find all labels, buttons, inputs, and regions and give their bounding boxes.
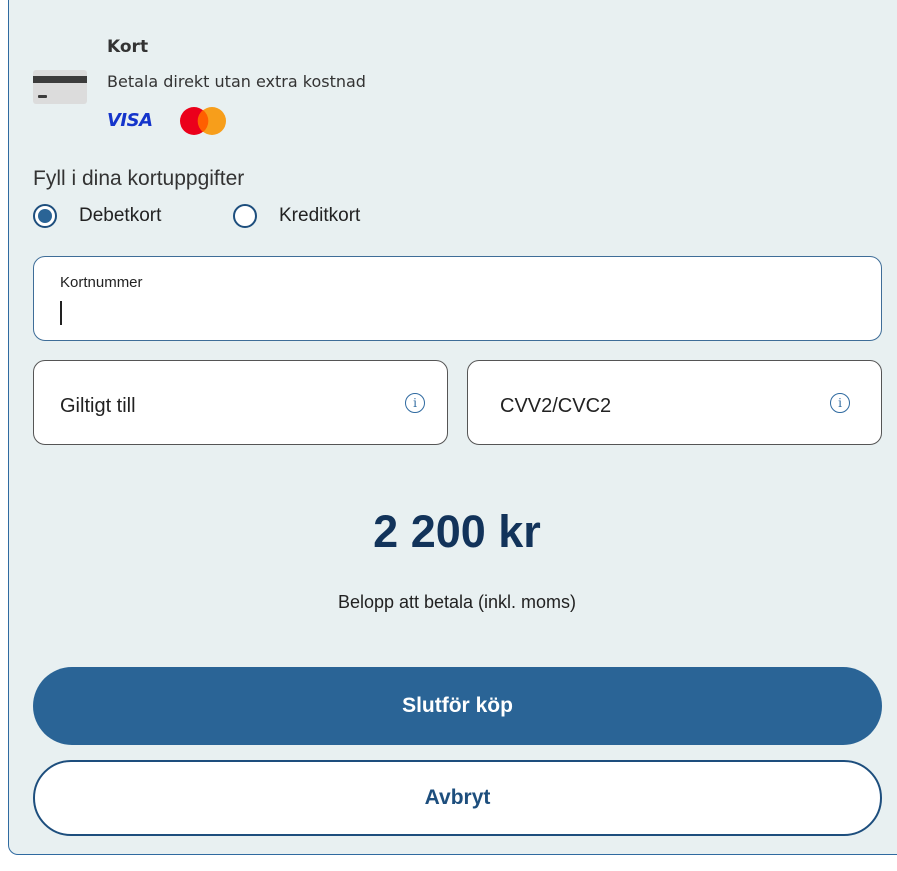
card-details-heading: Fyll i dina kortuppgifter bbox=[33, 167, 245, 190]
radio-label-credit: Kreditkort bbox=[279, 205, 361, 226]
radio-label-debit: Debetkort bbox=[79, 205, 162, 226]
radio-unselected-icon[interactable] bbox=[233, 204, 257, 228]
payment-method-subtitle: Betala direkt utan extra kostnad bbox=[107, 72, 366, 91]
cancel-button[interactable]: Avbryt bbox=[33, 760, 882, 836]
total-amount: 2 200 kr bbox=[373, 506, 541, 557]
card-number-field[interactable]: Kortnummer bbox=[33, 256, 882, 341]
complete-purchase-button[interactable]: Slutför köp bbox=[33, 667, 882, 745]
cvv-placeholder: CVV2/CVC2 bbox=[500, 395, 612, 417]
cvv-field[interactable]: CVV2/CVC2 i bbox=[467, 360, 882, 445]
expiry-field[interactable]: Giltigt till i bbox=[33, 360, 448, 445]
payment-method-title: Kort bbox=[107, 37, 149, 57]
radio-credit-card[interactable]: Kreditkort bbox=[233, 204, 360, 228]
radio-selected-icon[interactable] bbox=[33, 204, 57, 228]
cvv-info-icon[interactable]: i bbox=[830, 393, 850, 413]
card-number-input[interactable] bbox=[58, 297, 842, 329]
credit-card-icon bbox=[33, 70, 87, 104]
expiry-info-icon[interactable]: i bbox=[405, 393, 425, 413]
visa-logo: VISA bbox=[107, 110, 153, 131]
total-amount-label: Belopp att betala (inkl. moms) bbox=[337, 592, 577, 612]
radio-debit-card[interactable]: Debetkort bbox=[33, 204, 161, 228]
card-number-label: Kortnummer bbox=[60, 274, 143, 291]
expiry-placeholder: Giltigt till bbox=[60, 395, 136, 417]
mastercard-logo bbox=[180, 107, 226, 135]
